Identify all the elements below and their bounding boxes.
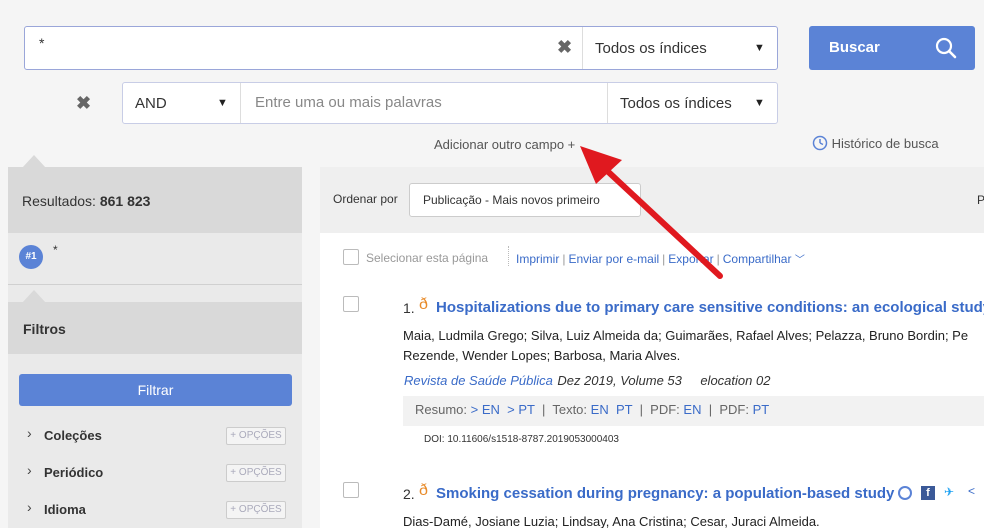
operator-select[interactable]: AND xyxy=(135,95,167,112)
journal-date-volume: Dez 2019, Volume 53 xyxy=(557,373,682,388)
result-links-bar: Resumo: > EN > PT | Texto: EN PT | PDF: … xyxy=(403,396,984,426)
facet-journal[interactable]: Periódico xyxy=(44,465,103,480)
facet-options-button[interactable]: + OPÇÕES xyxy=(226,501,286,519)
query-badge[interactable]: #1 xyxy=(19,245,43,269)
result-checkbox[interactable] xyxy=(343,296,359,312)
search-input[interactable]: * xyxy=(39,35,44,51)
additional-field: AND ▼ Entre uma ou mais palavras Todos o… xyxy=(122,82,778,124)
query-text: * xyxy=(53,243,58,257)
chevron-right-icon[interactable]: › xyxy=(27,499,32,515)
select-page-checkbox[interactable] xyxy=(343,249,359,265)
divider xyxy=(582,27,583,69)
share-icon[interactable]: < xyxy=(968,484,975,498)
journal-link[interactable]: Revista de Saúde Pública xyxy=(404,373,553,388)
chevron-right-icon[interactable]: › xyxy=(27,462,32,478)
text-en-link[interactable]: EN xyxy=(591,402,609,417)
facet-collections[interactable]: Coleções xyxy=(44,428,102,443)
results-count: Resultados: 861 823 xyxy=(22,193,151,209)
chevron-down-icon: ▼ xyxy=(754,97,765,109)
result-authors: Dias-Damé, Josiane Luzia; Lindsay, Ana C… xyxy=(403,514,820,528)
result-title[interactable]: Smoking cessation during pregnancy: a po… xyxy=(436,485,894,502)
keywords-input[interactable]: Entre uma ou mais palavras xyxy=(255,94,442,111)
result-number: 1. xyxy=(403,300,415,316)
divider xyxy=(8,284,302,285)
result-number: 2. xyxy=(403,486,415,502)
search-button-label: Buscar xyxy=(829,39,880,56)
chevron-down-icon: ▼ xyxy=(754,42,765,54)
divider xyxy=(607,83,608,123)
abstract-pt-link[interactable]: > PT xyxy=(507,402,535,417)
open-access-icon: ð xyxy=(419,482,428,499)
clock-icon xyxy=(812,135,828,151)
result-journal-line: Revista de Saúde Pública Dez 2019, Volum… xyxy=(404,372,770,390)
remove-field-icon[interactable]: ✖ xyxy=(76,93,91,114)
divider xyxy=(240,83,241,123)
annotation-arrow xyxy=(580,146,723,279)
sort-extra: P xyxy=(977,193,984,207)
search-history-label: Histórico de busca xyxy=(831,136,939,151)
twitter-icon[interactable]: ✈ xyxy=(944,485,954,499)
filter-button[interactable]: Filtrar xyxy=(19,374,292,406)
sort-label: Ordenar por xyxy=(333,192,398,206)
search-input-box[interactable]: * ✖ Todos os índices ▼ xyxy=(24,26,778,70)
pdf-en-link[interactable]: EN xyxy=(683,402,701,417)
index-select[interactable]: Todos os índices xyxy=(595,40,707,57)
pdf-pt-link[interactable]: PT xyxy=(753,402,770,417)
journal-elocation: elocation 02 xyxy=(700,373,771,388)
result-links: Resumo: > EN > PT | Texto: EN PT | PDF: … xyxy=(415,402,770,417)
facet-options-button[interactable]: + OPÇÕES xyxy=(226,427,286,445)
select-page-label: Selecionar esta página xyxy=(366,251,489,265)
print-link[interactable]: Imprimir xyxy=(516,252,559,266)
result-doi: DOI: 10.11606/s1518-8787.2019053000403 xyxy=(424,434,619,445)
text-pt-link[interactable]: PT xyxy=(616,402,632,417)
chevron-right-icon[interactable]: › xyxy=(27,425,32,441)
abstract-en-link[interactable]: > EN xyxy=(471,402,500,417)
facet-options-button[interactable]: + OPÇÕES xyxy=(226,464,286,482)
search-history-link[interactable]: Histórico de busca xyxy=(812,135,939,151)
divider xyxy=(508,246,509,266)
result-checkbox[interactable] xyxy=(343,482,359,498)
add-field-link[interactable]: Adicionar outro campo + xyxy=(434,137,575,152)
result-title[interactable]: Hospitalizations due to primary care sen… xyxy=(436,299,984,316)
facet-language[interactable]: Idioma xyxy=(44,502,86,517)
facebook-icon[interactable]: f xyxy=(921,486,935,500)
chevron-down-icon: ﹀ xyxy=(794,255,805,266)
result-authors: Maia, Ludmila Grego; Silva, Luiz Almeida… xyxy=(403,328,969,363)
clear-search-icon[interactable]: ✖ xyxy=(557,37,572,58)
open-access-icon: ð xyxy=(419,296,428,313)
filters-title: Filtros xyxy=(23,321,66,337)
chevron-down-icon: ▼ xyxy=(217,97,228,109)
search-button[interactable]: Buscar xyxy=(809,26,975,70)
search-icon xyxy=(935,37,957,59)
cite-icon[interactable] xyxy=(898,486,912,500)
index-select-2[interactable]: Todos os índices xyxy=(620,95,732,112)
